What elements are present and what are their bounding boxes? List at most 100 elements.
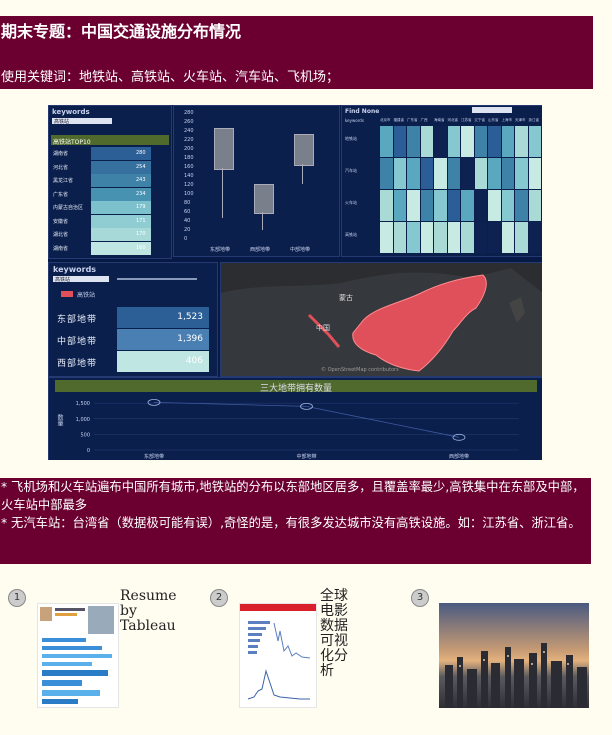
heatmap-cell xyxy=(380,158,393,189)
thumb-label-2[interactable]: 全球电影数据可视化分析 xyxy=(320,589,356,679)
heatmap-cell xyxy=(407,158,420,189)
finding-1: * 飞机场和火车站遍布中国所有城市,地铁站的分布以东部地区居多，且覆盖率最少,高… xyxy=(1,480,585,512)
box-west-whisker xyxy=(262,212,263,230)
thumb-resume-tableau[interactable] xyxy=(37,603,119,708)
line-chart: 1,500 1,000 500 0 东部地带 中部地带 西部地带 xyxy=(76,399,519,460)
top10-row-name: 湖南省 xyxy=(53,245,69,252)
heatmap-cell xyxy=(420,222,433,253)
heatmap-cell xyxy=(528,126,541,157)
heatmap-cell xyxy=(488,126,501,157)
line-xlabel: 东部地带 xyxy=(144,453,164,460)
box-east-whisker xyxy=(222,168,223,218)
region-legend-label: 高铁站 xyxy=(77,292,96,299)
heatmap-cell xyxy=(501,126,514,157)
keywords-filter-value: 高铁站 xyxy=(54,119,70,125)
line-ytick: 1,000 xyxy=(76,417,90,423)
boxplot-ytick: 120 xyxy=(184,182,194,188)
heatmap-cell xyxy=(393,158,406,189)
top10-row-name: 广东省 xyxy=(53,191,69,198)
heatmap-col-header: 天津市 xyxy=(515,118,526,122)
heatmap-cell xyxy=(447,158,460,189)
thumb-number-3: 3 xyxy=(411,589,429,607)
heatmap-cell xyxy=(488,158,501,189)
top10-row-name: 湖北省 xyxy=(53,232,69,238)
thumb-number-2: 2 xyxy=(210,589,228,607)
dashboard-image: keywords 高铁站 高铁站TOP10 湖南省 280 河北省 254 黑龙江省 24… xyxy=(48,105,542,460)
heatmap-cell xyxy=(434,126,447,157)
boxplot-ytick: 200 xyxy=(184,146,194,152)
heatmap-cell xyxy=(515,126,528,157)
top10-row-value: 234 xyxy=(136,190,146,197)
top10-header: 高铁站TOP10 xyxy=(51,135,169,146)
line-ytick: 0 xyxy=(87,448,90,454)
heatmap-cell xyxy=(380,222,393,253)
heatmap-col-header: 海南省 xyxy=(434,118,445,122)
findings-box: * 飞机场和火车站遍布中国所有城市,地铁站的分布以东部地区居多，且覆盖率最少,高… xyxy=(0,478,591,564)
top10-row-value: 254 xyxy=(136,163,146,170)
top10-row: 湖南省 160 xyxy=(51,241,169,255)
top10-row-value: 160 xyxy=(136,244,146,251)
region-keywords-title: keywords xyxy=(53,265,97,274)
heatmap-cell xyxy=(474,190,487,221)
heatmap-cell xyxy=(380,190,393,221)
heatmap-col-header: 广东省 xyxy=(407,118,418,122)
heatmap-cell xyxy=(447,190,460,221)
heatmap-cell xyxy=(447,126,460,157)
heatmap-col-header: 福建省 xyxy=(393,118,405,122)
heatmap-col-header: 浙江省 xyxy=(528,118,540,122)
heatmap-col-label: keywords xyxy=(345,118,364,123)
heatmap-cell xyxy=(488,222,501,253)
box-central-whisker xyxy=(302,164,303,184)
boxplot-ytick: 60 xyxy=(184,209,191,215)
heatmap-cell xyxy=(528,158,541,189)
china-map xyxy=(221,268,542,376)
map-label-china: 中国 xyxy=(316,324,330,332)
heatmap-cell xyxy=(474,126,487,157)
thumb-label-1[interactable]: Resume by Tableau xyxy=(120,589,180,634)
thumb-city-photo[interactable] xyxy=(439,603,589,708)
region-filter-dropdown[interactable]: 高铁站 xyxy=(53,276,109,283)
top10-row: 广东省 234 xyxy=(51,187,169,201)
top10-header-label: 高铁站TOP10 xyxy=(53,139,91,146)
finding-2: * 无汽车站：台湾省（数据极可能有误）,奇怪的是，有很多发达城市没有高铁设施。如… xyxy=(1,516,581,530)
box-central xyxy=(294,134,314,166)
line-xlabel: 中部地带 xyxy=(296,453,316,460)
boxplot-panel: 280 260 240 220 200 180 160 140 120 100 80 60 40 20 0 … xyxy=(173,105,340,257)
top10-row-name: 安徽省 xyxy=(53,218,69,225)
heatmap-row-header: 汽车站 xyxy=(345,168,357,173)
line-panel: 三大地带拥有数量 数量 1,500 1,000 500 0 东部地带 中部地带 西部地带 xyxy=(48,377,542,460)
top10-row-name: 黑龙江省 xyxy=(53,178,74,184)
heatmap-cell xyxy=(447,222,460,253)
line-ytick: 500 xyxy=(80,432,90,438)
map-panel: 蒙古 中国 © OpenStreetMap contributors xyxy=(220,262,542,377)
keywords-banner: 使用关键词：地铁站、高铁站、火车站、汽车站、飞机场； xyxy=(0,47,593,89)
region-row: 中部地带 1,396 xyxy=(51,329,209,350)
top10-row-name: 河北省 xyxy=(53,164,69,171)
heatmap-cell xyxy=(434,222,447,253)
heatmap-cell xyxy=(474,222,487,253)
heatmap-cell xyxy=(515,190,528,221)
top10-row: 安徽省 171 xyxy=(51,214,169,228)
region-row: 东部地带 1,523 xyxy=(51,307,209,328)
heatmap-filter-dropdown[interactable] xyxy=(472,107,512,113)
thumb-movie-analysis[interactable] xyxy=(239,603,317,708)
top10-row-value: 280 xyxy=(136,150,146,156)
boxplot-xlabel: 西部地带 xyxy=(250,247,271,253)
top10-row: 内蒙古自治区 179 xyxy=(51,201,169,214)
top10-row: 黑龙江省 243 xyxy=(51,174,169,187)
page-title: 期末专题：中国交通设施分布情况 xyxy=(0,16,593,47)
boxplot-xlabel: 东部地带 xyxy=(210,247,231,253)
heatmap-col-header: 河北省 xyxy=(447,118,459,122)
heatmap-cell xyxy=(501,190,514,221)
heatmap-cell xyxy=(407,190,420,221)
boxplot-ytick: 100 xyxy=(184,191,194,197)
boxplot-ytick: 180 xyxy=(184,155,194,161)
region-row-value: 1,396 xyxy=(177,334,203,344)
top10-row-name: 内蒙古自治区 xyxy=(53,205,84,211)
keywords-filter-dropdown[interactable]: 高铁站 xyxy=(52,118,112,125)
region-slider[interactable] xyxy=(117,278,197,280)
heatmap-col-header: 广西 xyxy=(420,118,428,122)
heatmap-cell xyxy=(434,190,447,221)
map-credit: © OpenStreetMap contributors xyxy=(321,367,399,373)
heatmap-cell xyxy=(461,126,474,157)
